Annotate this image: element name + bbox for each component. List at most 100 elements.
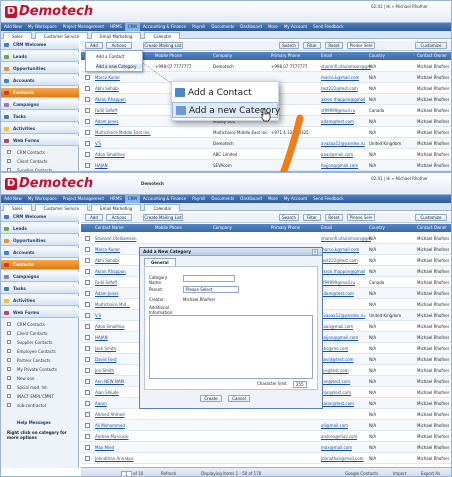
contact-name-cell[interactable]: Marco Kuner <box>95 244 120 255</box>
menu-item-10[interactable]: My Account <box>281 195 310 203</box>
column-header[interactable]: Company <box>213 224 232 232</box>
contact-name-cell[interactable]: Jack Smith <box>95 343 116 354</box>
row-checkbox[interactable] <box>85 434 90 439</box>
contact-name-cell[interactable]: Adam Jones <box>95 288 119 299</box>
contact-name-cell[interactable]: Fadil Sdfoff <box>95 277 117 288</box>
sidebar-item-tasks[interactable]: Tasks <box>1 284 79 294</box>
email-cell[interactable]: jon@test.com <box>321 365 349 376</box>
category-name-input[interactable] <box>183 275 235 282</box>
menu-item-2[interactable]: Project Management <box>60 195 107 203</box>
sidebar-item-activities[interactable]: Activities <box>1 296 79 306</box>
table-row[interactable]: Ahmed Ahmed N/A Michael Rhofner <box>81 409 451 420</box>
create-mailing-list-button[interactable]: Create Mailing List <box>143 214 183 221</box>
tab-2[interactable]: Email Marketing <box>91 204 142 211</box>
email-cell[interactable]: andrea@mail.com <box>321 431 357 442</box>
contact-name-cell[interactable]: Andrea Marcucio <box>95 431 129 442</box>
contact-name-cell[interactable]: Jon Smith <box>95 365 114 376</box>
sidebar-item-crm-welcome[interactable]: CRM Welcome <box>1 212 79 222</box>
contact-name-cell[interactable]: Alan Shlude <box>95 387 119 398</box>
email-cell[interactable]: ali@mail.com <box>321 420 348 431</box>
email-cell[interactable]: test222@test.com <box>321 255 358 266</box>
row-checkbox[interactable] <box>85 401 90 406</box>
row-checkbox[interactable] <box>85 456 90 461</box>
contact-name-cell[interactable]: David Ford <box>95 354 117 365</box>
column-header[interactable]: Primary Phone <box>271 224 300 232</box>
menu-item-8[interactable]: Dashboard <box>237 195 265 203</box>
email-cell[interactable]: aaron@test.com <box>321 398 354 409</box>
table-row[interactable]: Sharon/l.Utelliamson sharonfi.ufairamson@… <box>81 233 451 244</box>
category-checkbox[interactable] <box>7 340 11 344</box>
contact-name-cell[interactable]: Akron Rhappon <box>95 266 126 277</box>
google-contacts-button[interactable]: Google Contacts <box>345 471 378 476</box>
category-checkbox[interactable] <box>7 376 11 380</box>
sidebar-item-accounts[interactable]: Accounts <box>1 248 79 258</box>
sidebar-item-web-forms[interactable]: Web Forms <box>1 308 79 318</box>
sidebar-item-opportunities[interactable]: Opportunities <box>1 236 79 246</box>
row-checkbox[interactable] <box>85 423 90 428</box>
category-item[interactable]: Supplier Contacts <box>1 338 79 347</box>
contact-name-cell[interactable]: Multichoice Mid... <box>95 299 130 310</box>
email-cell[interactable]: abc@me.com <box>321 343 348 354</box>
row-checkbox[interactable] <box>85 291 90 296</box>
contact-name-cell[interactable]: Aaron <box>95 398 107 409</box>
contact-name-cell[interactable]: Adoa Smallhus <box>95 321 125 332</box>
menu-item-7[interactable]: Documents <box>208 195 237 203</box>
parent-select[interactable]: Please Select <box>183 286 239 293</box>
category-item[interactable]: New one <box>1 374 79 383</box>
column-header[interactable]: Mobile Phone <box>155 224 182 232</box>
tab-1[interactable]: Customer Service <box>34 204 89 211</box>
search-button[interactable]: Search <box>279 214 299 221</box>
row-checkbox[interactable] <box>85 368 90 373</box>
category-checkbox[interactable] <box>7 322 11 326</box>
email-cell[interactable]: johnathan@mail.com <box>321 453 364 464</box>
contact-name-cell[interactable]: V.S <box>95 310 101 321</box>
row-checkbox[interactable] <box>85 302 90 307</box>
row-checkbox[interactable] <box>85 445 90 450</box>
actions-button[interactable]: Actions <box>106 214 132 221</box>
category-checkbox[interactable] <box>7 394 11 398</box>
category-item[interactable]: Client Contacts <box>1 329 79 338</box>
column-header[interactable]: Contact Name <box>95 224 124 232</box>
row-checkbox[interactable] <box>85 379 90 384</box>
category-checkbox[interactable] <box>7 403 11 407</box>
sidebar-item-leads[interactable]: Leads <box>1 224 79 234</box>
filter-select[interactable]: Please Sele <box>347 214 375 221</box>
menu-item-3[interactable]: HRMS <box>107 195 125 203</box>
sidebar-item-campaigns[interactable]: Campaigns <box>1 272 79 282</box>
row-checkbox[interactable] <box>85 335 90 340</box>
column-header[interactable]: Contact Owner <box>417 224 447 232</box>
category-item[interactable]: CRM Contacts <box>1 320 79 329</box>
category-checkbox[interactable] <box>7 385 11 389</box>
category-checkbox[interactable] <box>7 367 11 371</box>
menu-item-11[interactable]: Send Feedback <box>310 195 346 203</box>
email-cell[interactable]: hajjan@gmail.com <box>321 332 358 343</box>
zoom-add-contact-option[interactable]: Add a Contact <box>172 85 278 101</box>
menu-item-1[interactable]: My Workspace <box>25 195 60 203</box>
email-cell[interactable]: avaaaa12@yandex.ru <box>321 310 365 321</box>
category-item[interactable]: My Private Contacts <box>1 365 79 374</box>
table-row[interactable]: Andrea Marcucio andrea@mail.com N/A Michael… <box>81 431 451 442</box>
email-cell[interactable]: alan@test.com <box>321 387 351 398</box>
email-cell[interactable]: marco.k@mail.com <box>321 244 359 255</box>
tab-3[interactable]: Calendar <box>144 204 181 211</box>
category-item[interactable]: Partner Contacts <box>1 356 79 365</box>
category-item[interactable]: sub-contractor <box>1 401 79 410</box>
menu-item-9[interactable]: More <box>265 195 281 203</box>
row-checkbox[interactable] <box>85 258 90 263</box>
row-checkbox[interactable] <box>85 346 90 351</box>
filter-button[interactable]: Filter <box>303 214 321 221</box>
row-checkbox[interactable] <box>85 236 90 241</box>
contact-name-cell[interactable]: HAJAN <box>95 332 108 343</box>
import-button[interactable]: Import <box>393 471 406 476</box>
customize-button[interactable]: Customize <box>415 214 447 221</box>
dialog-close-icon[interactable]: × <box>312 249 318 255</box>
category-item[interactable]: Social mod. Int. <box>1 383 79 392</box>
menu-item-0[interactable]: Add New <box>1 195 25 203</box>
contact-name-cell[interactable]: Ann NEW NAM <box>95 376 124 387</box>
contact-name-cell[interactable]: Ali Mohammed <box>95 420 125 431</box>
row-checkbox[interactable] <box>85 269 90 274</box>
create-button[interactable]: Create <box>200 395 222 402</box>
export-button[interactable]: Export As <box>421 471 440 476</box>
category-checkbox[interactable] <box>7 331 11 335</box>
contact-name-cell[interactable]: Abhi Sohabi <box>95 255 119 266</box>
